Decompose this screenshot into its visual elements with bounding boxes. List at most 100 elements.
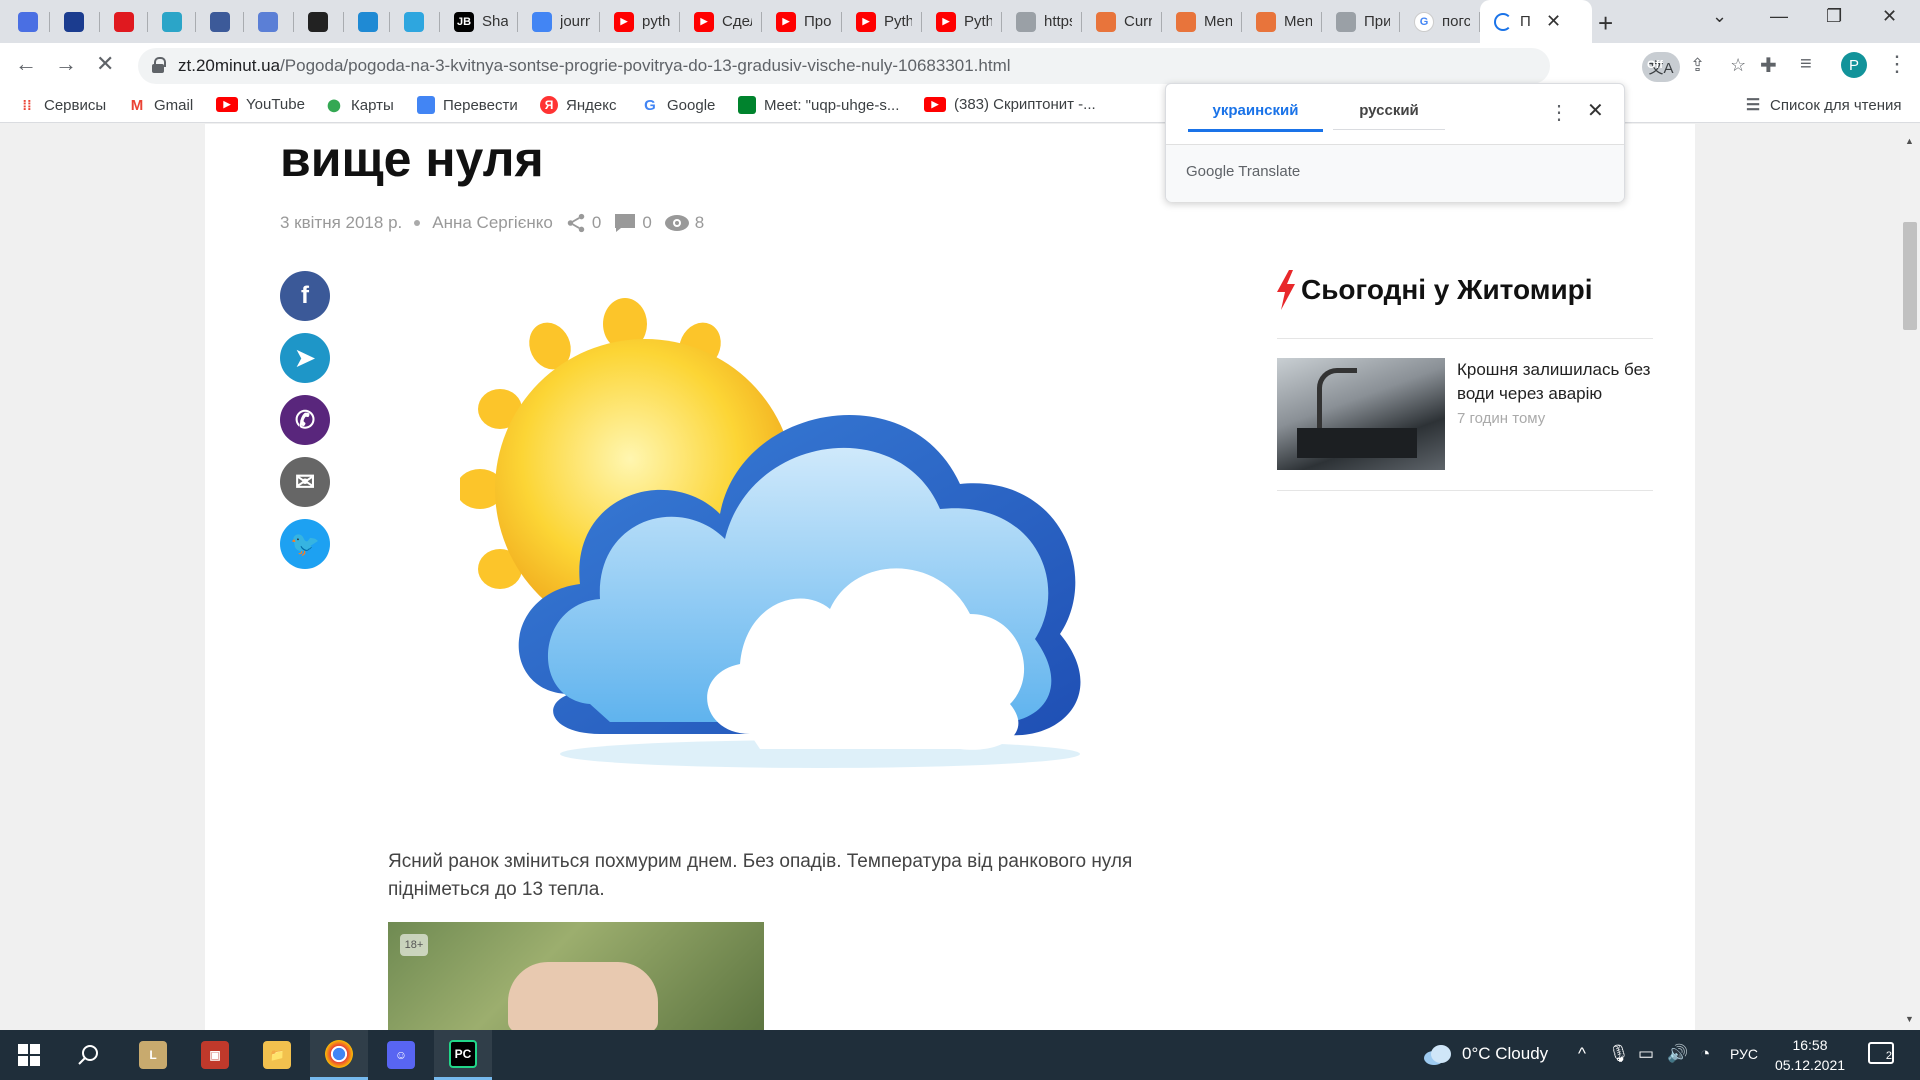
clock[interactable]: 16:58 05.12.2021 xyxy=(1760,1035,1860,1075)
microphone-icon[interactable]: 🎙 xyxy=(1608,1044,1630,1064)
browser-tab[interactable]: ▶ Сдел xyxy=(680,0,762,43)
tab-active[interactable]: П ✕ xyxy=(1480,0,1592,43)
twitter-share-button[interactable]: 🐦 xyxy=(280,519,330,569)
reading-list-button[interactable]: ☰ Список для чтения xyxy=(1744,96,1902,115)
loading-icon xyxy=(1494,12,1512,31)
scrollbar-thumb[interactable] xyxy=(1903,222,1917,330)
browser-tab[interactable]: Men xyxy=(1162,0,1242,43)
meet-icon xyxy=(738,96,756,114)
bookmark-item[interactable]: Я Яндекс xyxy=(540,96,616,114)
browser-tab[interactable] xyxy=(390,0,440,43)
bookmark-item[interactable]: Перевести xyxy=(417,96,518,114)
bookmark-label: Сервисы xyxy=(44,96,107,114)
facebook-icon: f xyxy=(301,282,309,309)
comment-count[interactable]: 0 xyxy=(613,212,652,234)
close-window-button[interactable]: ✕ xyxy=(1882,6,1897,27)
browser-tab[interactable]: journ xyxy=(518,0,600,43)
translate-options-icon[interactable]: ⋮ xyxy=(1549,100,1569,125)
discord-taskbar[interactable]: ☺ xyxy=(372,1030,430,1080)
restore-button[interactable]: ❐ xyxy=(1826,6,1842,27)
tab-search-icon[interactable]: ⌄ xyxy=(1712,6,1727,27)
browser-tab[interactable] xyxy=(294,0,344,43)
age-rating-badge: 18+ xyxy=(400,934,428,956)
browser-tab[interactable]: ▶ Pyth xyxy=(842,0,922,43)
zoom-stack-icon xyxy=(162,11,182,32)
file-explorer-taskbar[interactable]: 📁 xyxy=(248,1030,306,1080)
bookmark-item[interactable]: G Google xyxy=(641,96,715,114)
browser-tab[interactable]: ▶ Pyth xyxy=(922,0,1002,43)
google-translate-brand: Google Translate xyxy=(1186,163,1301,180)
browser-tab[interactable] xyxy=(50,0,100,43)
language-indicator[interactable]: РУС xyxy=(1730,1046,1758,1062)
address-bar[interactable]: zt.20minut.ua/Pogoda/pogoda-na-3-kvitnya… xyxy=(138,48,1746,84)
browser-tab[interactable]: Curr xyxy=(1082,0,1162,43)
news-headline[interactable]: Крошня залишилась без води через аварію xyxy=(1457,358,1653,406)
app-red-blue-taskbar[interactable]: ▣ xyxy=(186,1030,244,1080)
close-icon[interactable]: ✕ xyxy=(1587,98,1604,123)
browser-tab[interactable]: ▶ pyth xyxy=(600,0,680,43)
minimize-button[interactable]: — xyxy=(1770,6,1788,27)
bookmark-item[interactable]: ▶ YouTube xyxy=(216,96,305,113)
media-control-icon[interactable]: ≡ xyxy=(1800,53,1812,76)
stop-loading-button[interactable]: ✕ xyxy=(96,51,114,77)
close-tab-icon[interactable]: ✕ xyxy=(1546,11,1561,32)
show-hidden-icons-icon[interactable]: ^ xyxy=(1578,1044,1586,1064)
notification-center-icon[interactable]: 2 xyxy=(1868,1042,1894,1064)
tab-ukrainian[interactable]: украинский xyxy=(1188,102,1323,132)
article-container: вище нуля 3 квітня 2018 р. Анна Сергієнк… xyxy=(205,124,1695,1030)
extensions-puzzle-icon[interactable]: ✚ xyxy=(1760,53,1777,78)
news-thumbnail[interactable] xyxy=(1277,358,1445,470)
weather-widget[interactable]: 0°C Cloudy xyxy=(1462,1044,1548,1064)
article-image-ad[interactable]: 18+ xyxy=(388,922,764,1030)
browser-tab[interactable] xyxy=(196,0,244,43)
weather-illustration xyxy=(460,298,1081,768)
pycharm-icon: PC xyxy=(449,1039,477,1068)
facebook-share-button[interactable]: f xyxy=(280,271,330,321)
chrome-menu-icon[interactable]: ⋮ xyxy=(1886,51,1908,77)
bookmark-item[interactable]: ▶ (383) Скриптонит -... xyxy=(924,96,1096,113)
start-button[interactable] xyxy=(0,1030,58,1080)
back-button[interactable]: ← xyxy=(15,51,37,77)
binance-extension-icon[interactable]: ◆ xyxy=(1680,53,1704,77)
profile-avatar[interactable]: P xyxy=(1841,52,1867,78)
new-tab-button[interactable]: + xyxy=(1598,8,1613,39)
telegram-share-button[interactable]: ➤ xyxy=(280,333,330,383)
browser-tab[interactable]: При xyxy=(1322,0,1400,43)
browser-tab[interactable] xyxy=(148,0,196,43)
email-share-button[interactable]: ✉ xyxy=(280,457,330,507)
article-author[interactable]: Анна Сергієнко xyxy=(432,213,553,233)
scroll-up-arrow-icon[interactable]: ▲ xyxy=(1905,136,1914,146)
bookmark-item[interactable]: Meet: "uqp-uhge-s... xyxy=(738,96,899,114)
browser-tab[interactable]: JB Shar xyxy=(440,0,518,43)
chrome-taskbar[interactable] xyxy=(310,1030,368,1080)
browser-tab[interactable] xyxy=(4,0,50,43)
url-text[interactable]: zt.20minut.ua/Pogoda/pogoda-na-3-kvitnya… xyxy=(178,56,1011,76)
viber-share-button[interactable]: ✆ xyxy=(280,395,330,445)
lock-icon[interactable] xyxy=(152,57,166,73)
battery-icon[interactable]: ▭ xyxy=(1638,1044,1654,1064)
scroll-down-arrow-icon[interactable]: ▼ xyxy=(1905,1014,1914,1024)
browser-tab[interactable]: Gпогс xyxy=(1400,0,1480,43)
off-extension-icon[interactable]: Off xyxy=(1643,53,1667,77)
bookmark-item[interactable]: ⁞⁞ Сервисы xyxy=(18,96,106,114)
browser-tab[interactable]: https xyxy=(1002,0,1082,43)
tab-russian[interactable]: русский xyxy=(1333,102,1445,130)
bookmark-item[interactable]: ⬤ Карты xyxy=(325,96,393,114)
forward-button[interactable]: → xyxy=(55,51,77,77)
news-item[interactable]: Крошня залишилась без води через аварію … xyxy=(1277,358,1653,470)
bookmark-item[interactable]: M Gmail xyxy=(128,96,193,114)
search-button[interactable] xyxy=(60,1030,118,1080)
league-of-legends-taskbar[interactable]: L xyxy=(124,1030,182,1080)
browser-tab[interactable]: Men xyxy=(1242,0,1322,43)
viber-icon: ✆ xyxy=(294,406,316,434)
volume-icon[interactable]: 🔊 xyxy=(1667,1044,1688,1064)
pycharm-taskbar[interactable]: PC xyxy=(434,1030,492,1080)
browser-tab[interactable]: ▶ Прог xyxy=(762,0,842,43)
share-count[interactable]: 0 xyxy=(565,212,601,234)
browser-tab[interactable] xyxy=(100,0,148,43)
browser-tab[interactable] xyxy=(244,0,294,43)
wifi-icon[interactable]: ◔ xyxy=(1700,1044,1710,1064)
browser-tab[interactable] xyxy=(344,0,390,43)
metamask-extension-icon[interactable]: ▲ xyxy=(1719,53,1743,77)
view-count: 8 xyxy=(664,213,704,233)
